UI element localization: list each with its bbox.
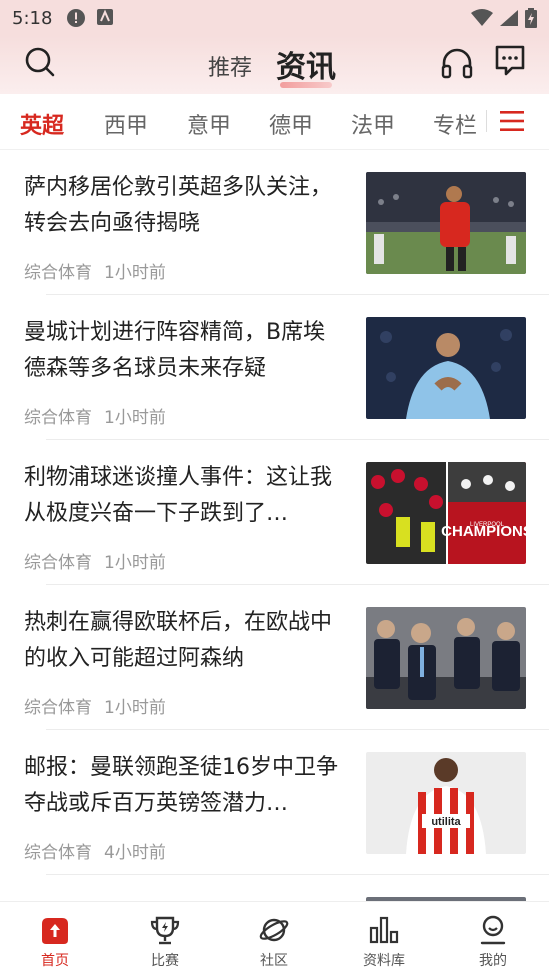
news-time: 4小时前 bbox=[104, 843, 166, 863]
alert-icon bbox=[67, 9, 86, 27]
news-title: 热刺在赢得欧联杯后，在欧战中的收入可能超过阿森纳 bbox=[24, 610, 333, 671]
league-tabs: 英超 西甲 意甲 德甲 法甲 专栏 bbox=[0, 94, 549, 150]
tab-label: 资料库 bbox=[363, 953, 405, 969]
news-time: 1小时前 bbox=[104, 408, 166, 428]
news-thumbnail bbox=[366, 172, 526, 274]
news-item[interactable]: 邮报：曼联领跑圣徒16岁中卫争夺战或斥百万英镑签潜力… 综合体育 4小时前 ut… bbox=[0, 730, 549, 875]
news-thumbnail bbox=[366, 607, 526, 709]
headset-icon[interactable] bbox=[440, 46, 474, 80]
league-tab-columns[interactable]: 专栏 bbox=[433, 108, 477, 140]
app-notification-icon bbox=[97, 9, 114, 25]
news-meta: 综合体育 1小时前 bbox=[24, 403, 166, 428]
wifi-icon bbox=[471, 9, 493, 26]
planet-icon bbox=[259, 918, 289, 942]
search-icon[interactable] bbox=[24, 46, 56, 78]
news-source: 综合体育 bbox=[24, 263, 92, 283]
thumbnail-subtext: LIVERPOOL bbox=[470, 522, 505, 528]
battery-icon bbox=[525, 8, 537, 28]
news-time: 1小时前 bbox=[104, 553, 166, 573]
status-bar: 5:18 bbox=[0, 0, 549, 36]
league-tab-serie-a[interactable]: 意甲 bbox=[187, 108, 231, 140]
league-tab-bundesliga[interactable]: 德甲 bbox=[269, 108, 313, 140]
news-thumbnail: CHAMPIONS LIVERPOOL bbox=[366, 462, 526, 564]
news-thumbnail bbox=[366, 317, 526, 419]
tab-label: 社区 bbox=[260, 953, 288, 969]
tab-news[interactable]: 资讯 bbox=[276, 42, 336, 88]
league-tab-la-liga[interactable]: 西甲 bbox=[104, 108, 148, 140]
news-title: 利物浦球迷谈撞人事件：这让我从极度兴奋一下子跌到了… bbox=[24, 465, 333, 526]
league-tab-ligue-1[interactable]: 法甲 bbox=[351, 108, 395, 140]
menu-icon[interactable] bbox=[500, 110, 524, 132]
tab-mine[interactable]: 我的 bbox=[453, 914, 533, 970]
news-source: 综合体育 bbox=[24, 843, 92, 863]
signal-icon bbox=[500, 10, 518, 26]
news-source: 综合体育 bbox=[24, 553, 92, 573]
thumbnail-text: utilita bbox=[431, 816, 461, 828]
status-notification-icons bbox=[66, 8, 114, 28]
top-header: 推荐 资讯 bbox=[0, 36, 549, 94]
user-icon bbox=[480, 915, 506, 945]
trophy-icon bbox=[150, 916, 180, 945]
message-icon[interactable] bbox=[494, 44, 526, 78]
league-divider bbox=[486, 110, 487, 132]
news-meta: 综合体育 1小时前 bbox=[24, 258, 166, 283]
news-source: 综合体育 bbox=[24, 408, 92, 428]
tab-label: 比赛 bbox=[151, 953, 179, 969]
news-item[interactable]: 萨内移居伦敦引英超多队关注，转会去向亟待揭晓 综合体育 1小时前 bbox=[0, 150, 549, 295]
tab-recommend[interactable]: 推荐 bbox=[208, 50, 252, 82]
tab-database[interactable]: 资料库 bbox=[344, 914, 424, 970]
tab-label: 首页 bbox=[41, 953, 69, 969]
news-item[interactable]: 热刺在赢得欧联杯后，在欧战中的收入可能超过阿森纳 综合体育 1小时前 bbox=[0, 585, 549, 730]
news-item[interactable]: 利物浦球迷谈撞人事件：这让我从极度兴奋一下子跌到了… 综合体育 1小时前 CHA… bbox=[0, 440, 549, 585]
status-time: 5:18 bbox=[12, 7, 53, 29]
news-title: 萨内移居伦敦引英超多队关注，转会去向亟待揭晓 bbox=[24, 175, 333, 236]
tab-label: 我的 bbox=[479, 953, 507, 969]
news-title: 曼城计划进行阵容精简，B席埃德森等多名球员未来存疑 bbox=[24, 320, 326, 381]
news-time: 1小时前 bbox=[104, 698, 166, 718]
league-tab-premier-league[interactable]: 英超 bbox=[20, 108, 64, 140]
status-system-icons bbox=[471, 8, 537, 28]
tab-community[interactable]: 社区 bbox=[234, 914, 314, 970]
bar-chart-icon bbox=[369, 916, 399, 944]
tab-home[interactable]: 首页 bbox=[15, 914, 95, 970]
news-time: 1小时前 bbox=[104, 263, 166, 283]
news-source: 综合体育 bbox=[24, 698, 92, 718]
news-thumbnail: utilita bbox=[366, 752, 526, 854]
tab-matches[interactable]: 比赛 bbox=[125, 914, 205, 970]
news-meta: 综合体育 1小时前 bbox=[24, 693, 166, 718]
header-tabs: 推荐 资讯 bbox=[208, 42, 336, 88]
news-item[interactable]: 曼城计划进行阵容精简，B席埃德森等多名球员未来存疑 综合体育 1小时前 bbox=[0, 295, 549, 440]
news-meta: 综合体育 4小时前 bbox=[24, 838, 166, 863]
bottom-tab-bar: 首页 比赛 社区 资料库 我的 bbox=[0, 901, 549, 977]
news-meta: 综合体育 1小时前 bbox=[24, 548, 166, 573]
news-title: 邮报：曼联领跑圣徒16岁中卫争夺战或斥百万英镑签潜力… bbox=[24, 755, 338, 816]
home-icon bbox=[42, 918, 68, 944]
